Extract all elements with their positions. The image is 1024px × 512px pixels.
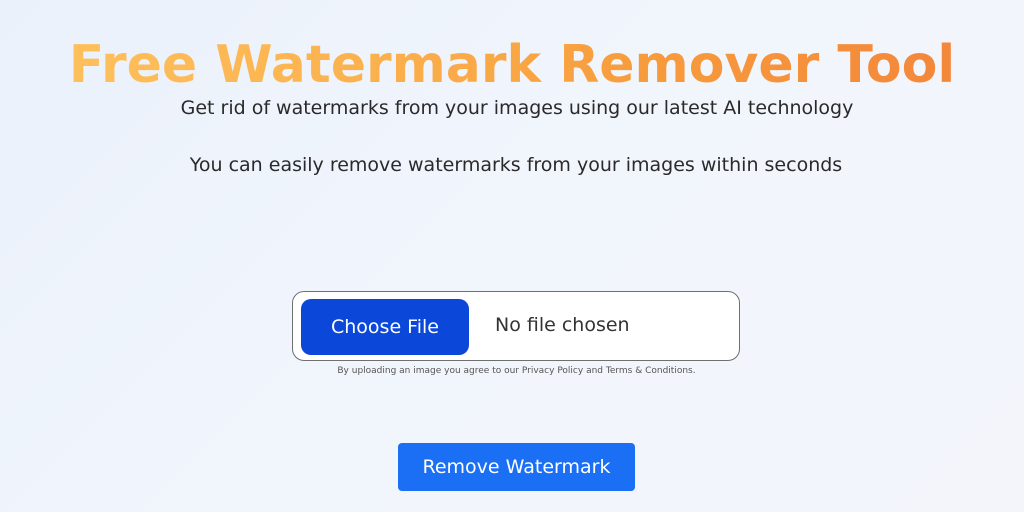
remove-watermark-button[interactable]: Remove Watermark bbox=[398, 443, 635, 491]
choose-file-button[interactable]: Choose File bbox=[301, 299, 469, 355]
subtitle-line-2: You can easily remove watermarks from yo… bbox=[189, 154, 843, 176]
upload-disclaimer: By uploading an image you agree to our P… bbox=[337, 366, 696, 376]
file-status-text: No file chosen bbox=[495, 314, 630, 336]
file-upload-field[interactable]: Choose File No file chosen bbox=[292, 291, 740, 361]
subtitle-line-1: Get rid of watermarks from your images u… bbox=[180, 97, 854, 119]
page-title: Free Watermark Remover Tool bbox=[0, 27, 1024, 103]
